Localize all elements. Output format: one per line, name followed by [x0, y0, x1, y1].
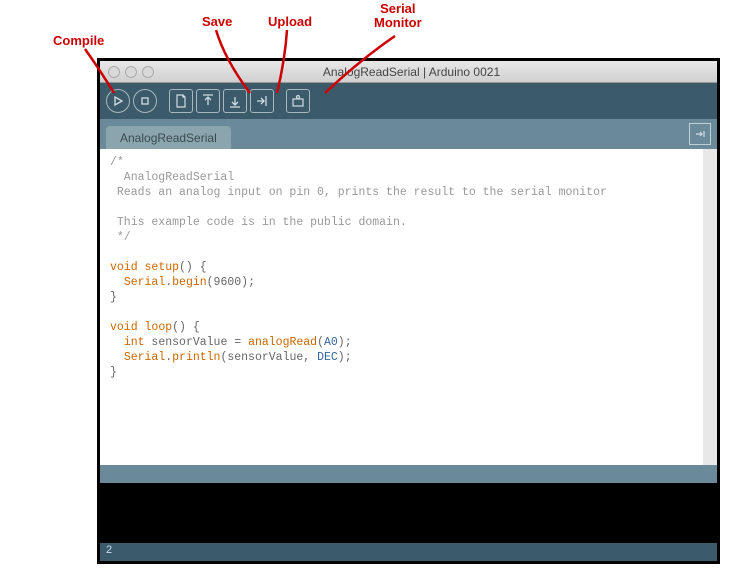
tab-bar: AnalogReadSerial [100, 119, 717, 149]
console-output [100, 483, 717, 543]
annotation-compile: Compile [53, 33, 104, 48]
window-controls [108, 66, 154, 78]
titlebar[interactable]: AnalogReadSerial | Arduino 0021 [100, 61, 717, 83]
annotation-upload: Upload [268, 14, 312, 29]
ide-window: AnalogReadSerial | Arduino 0021 AnalogRe… [97, 58, 720, 564]
tab-analogreadserial[interactable]: AnalogReadSerial [106, 126, 231, 149]
upload-button[interactable] [250, 89, 274, 113]
compile-button[interactable] [106, 89, 130, 113]
serial-monitor-button[interactable] [286, 89, 310, 113]
window-title: AnalogReadSerial | Arduino 0021 [164, 65, 659, 79]
zoom-icon[interactable] [142, 66, 154, 78]
code-editor[interactable]: /* AnalogReadSerial Reads an analog inpu… [100, 149, 717, 465]
annotation-save: Save [202, 14, 232, 29]
line-number: 2 [106, 544, 112, 556]
stop-button[interactable] [133, 89, 157, 113]
tab-menu-button[interactable] [689, 123, 711, 145]
annotation-serial-monitor: Serial Monitor [374, 2, 422, 30]
message-area [100, 465, 717, 483]
minimize-icon[interactable] [125, 66, 137, 78]
close-icon[interactable] [108, 66, 120, 78]
save-button[interactable] [223, 89, 247, 113]
open-button[interactable] [196, 89, 220, 113]
status-bar: 2 [100, 543, 717, 561]
toolbar [100, 83, 717, 119]
new-button[interactable] [169, 89, 193, 113]
